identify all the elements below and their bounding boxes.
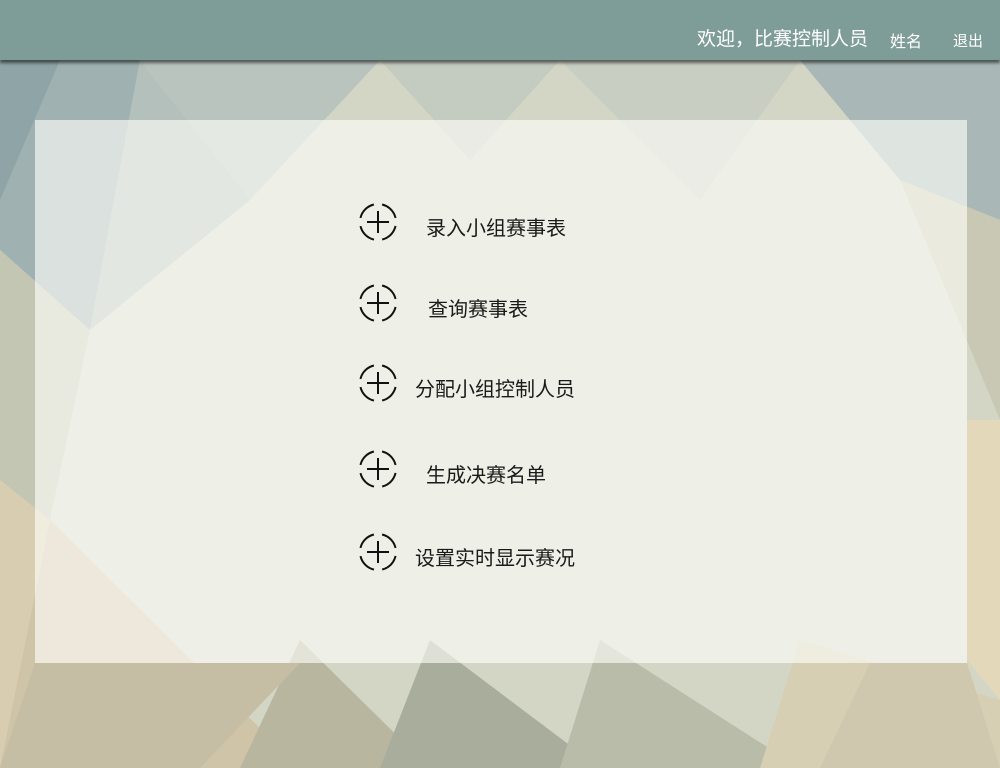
menu-item-label: 生成决赛名单 — [426, 463, 546, 487]
welcome-text: 欢迎，比赛控制人员 — [697, 28, 869, 50]
top-bar: 欢迎，比赛控制人员 姓名 退出 — [0, 0, 1000, 60]
plus-circle-icon — [359, 450, 397, 488]
menu-item-label: 分配小组控制人员 — [415, 377, 575, 401]
menu-item-label: 查询赛事表 — [428, 297, 528, 321]
plus-circle-icon — [359, 203, 397, 241]
main-menu-panel: 录入小组赛事表 查询赛事表 分配小组控制人员 生成决赛名单 设置实时显示赛况 — [35, 120, 967, 663]
logout-link[interactable]: 退出 — [953, 30, 983, 51]
menu-item-label: 设置实时显示赛况 — [415, 546, 575, 570]
plus-circle-icon — [359, 364, 397, 402]
plus-circle-icon — [359, 284, 397, 322]
menu-item-label: 录入小组赛事表 — [426, 216, 566, 240]
plus-circle-icon — [359, 533, 397, 571]
username-label: 姓名 — [890, 32, 923, 51]
